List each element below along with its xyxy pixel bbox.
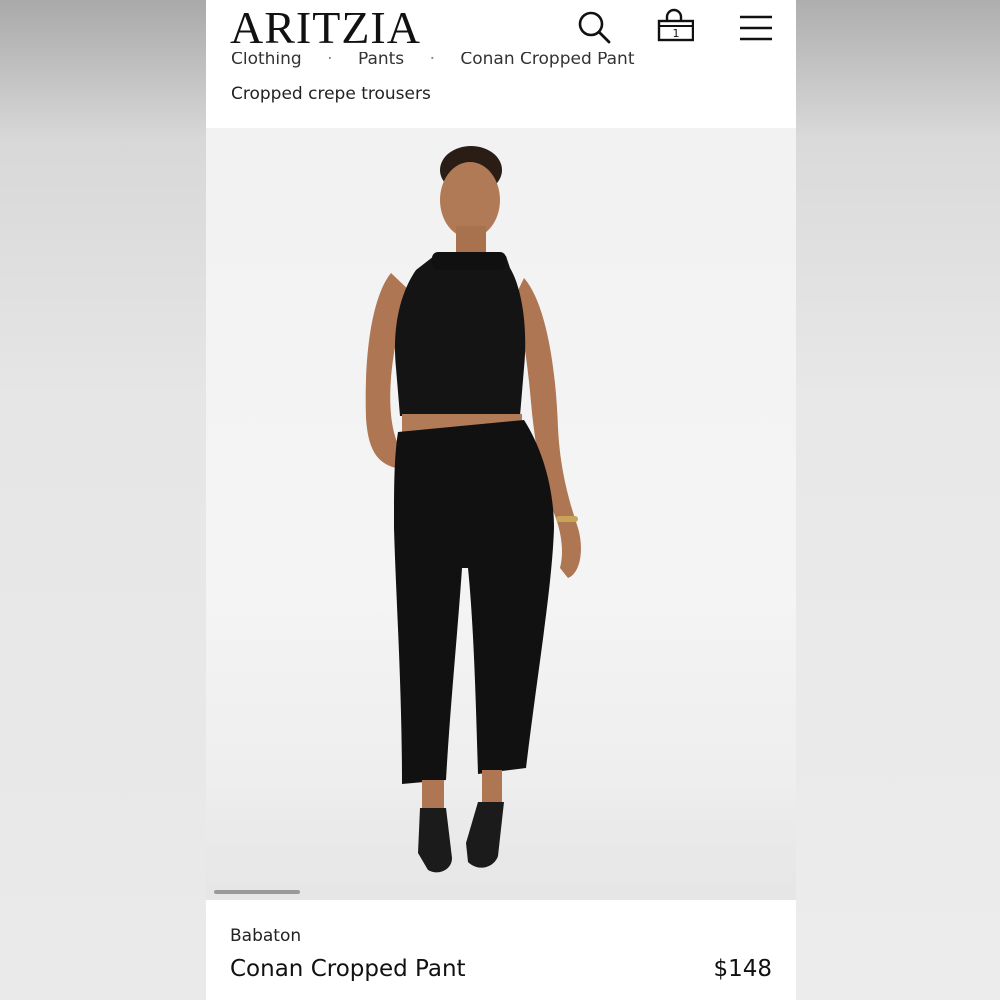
hamburger-menu-icon[interactable] [736, 8, 776, 48]
blurred-background-left [0, 0, 206, 1000]
product-subtitle: Cropped crepe trousers [231, 84, 431, 104]
product-page: ARITZIA 1 Clothing · Pants · Conan Cropp… [206, 0, 796, 1000]
search-icon[interactable] [576, 8, 616, 48]
breadcrumb-current: Conan Cropped Pant [460, 52, 635, 69]
breadcrumb-separator: · [429, 52, 435, 69]
product-brand[interactable]: Babaton [230, 926, 301, 946]
product-title: Conan Cropped Pant [230, 956, 466, 982]
blurred-background-right [796, 0, 1000, 1000]
breadcrumb-pants[interactable]: Pants [358, 52, 404, 69]
breadcrumb-clothing[interactable]: Clothing [231, 52, 302, 69]
breadcrumb-separator: · [327, 52, 333, 69]
product-price: $148 [713, 956, 772, 982]
carousel-scroll-indicator [214, 890, 300, 894]
model-photo [365, 146, 581, 873]
product-image[interactable] [206, 128, 796, 900]
aritzia-logo[interactable]: ARITZIA [230, 2, 421, 54]
cart-count-badge: 1 [673, 27, 680, 40]
shopping-bag-icon[interactable]: 1 [654, 8, 695, 48]
product-info: Babaton Conan Cropped Pant $148 [206, 900, 796, 1000]
breadcrumb: Clothing · Pants · Conan Cropped Pant [231, 52, 791, 76]
